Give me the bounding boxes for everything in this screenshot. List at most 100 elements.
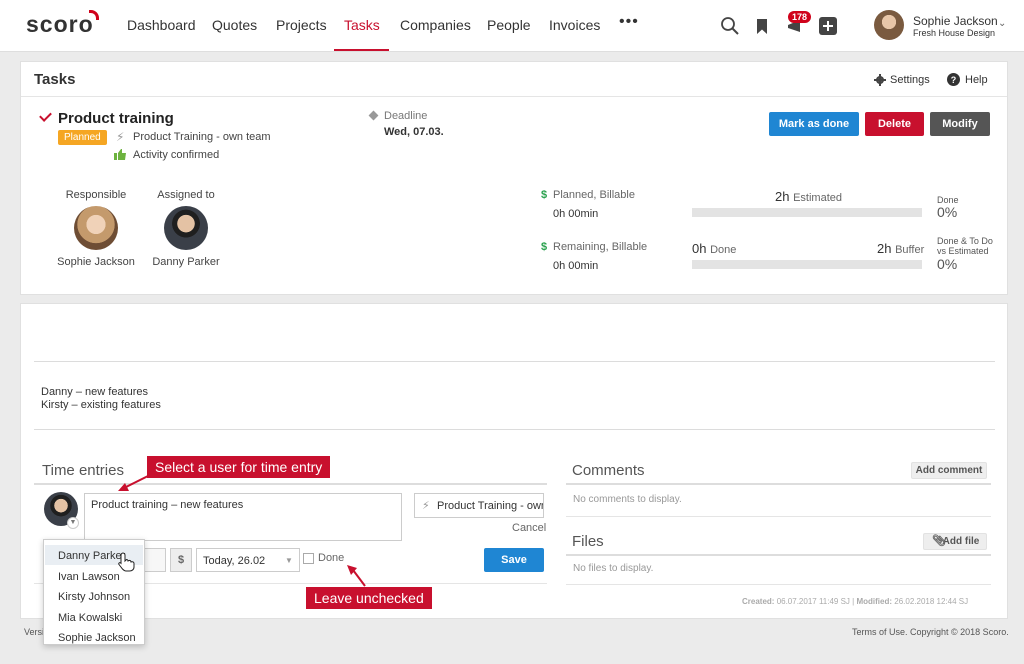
cancel-link[interactable]: Cancel	[512, 522, 546, 534]
nav-dashboard[interactable]: Dashboard	[127, 17, 196, 33]
deadline-value: Wed, 07.03.	[384, 126, 444, 138]
nav-invoices[interactable]: Invoices	[549, 17, 600, 33]
comments-underline	[566, 483, 991, 485]
estimated-progress-bar	[692, 208, 922, 217]
modified-label: Modified:	[856, 597, 893, 606]
files-underline	[566, 554, 991, 556]
dropdown-item-sophie-jackson[interactable]: Sophie Jackson	[45, 627, 143, 647]
search-icon[interactable]	[720, 16, 740, 36]
bookmark-icon[interactable]	[752, 16, 772, 36]
description-top-divider	[34, 361, 995, 362]
scoro-logo[interactable]: scoro	[26, 11, 94, 38]
files-empty-message: No files to display.	[573, 563, 654, 574]
description-line-1: Danny – new features	[41, 386, 149, 398]
dropdown-item-mia-kowalski[interactable]: Mia Kowalski	[45, 607, 143, 627]
add-file-label: Add file	[942, 536, 980, 547]
mark-as-done-button[interactable]: Mark as done	[769, 112, 859, 136]
user-name[interactable]: Sophie Jackson	[913, 14, 998, 28]
done-todo-label-line2: vs Estimated	[937, 246, 989, 256]
done-todo-percent-value: 0%	[937, 256, 958, 272]
notification-count-badge: 178	[788, 11, 812, 23]
nav-projects[interactable]: Projects	[276, 17, 327, 33]
files-bottom-divider	[566, 584, 991, 585]
description-bottom-divider	[34, 429, 995, 430]
nav-quotes[interactable]: Quotes	[212, 17, 257, 33]
save-button[interactable]: Save	[484, 548, 544, 572]
callout-select-user: Select a user for time entry	[147, 456, 331, 478]
estimated-time: 2h Estimated	[775, 189, 842, 204]
assigned-label: Assigned to	[157, 189, 215, 201]
header-divider	[21, 96, 1007, 97]
planned-billable-value: 0h 00min	[553, 208, 599, 220]
responsible-label: Responsible	[65, 189, 127, 201]
modify-button[interactable]: Modify	[930, 112, 990, 136]
buffer-hours: 2h	[877, 241, 892, 256]
billable-dollar-icon: $	[541, 189, 548, 201]
modified-value: 26.02.2018 12:44 SJ	[894, 597, 969, 606]
comments-empty-message: No comments to display.	[573, 494, 682, 505]
done-checkbox-label[interactable]: Done	[318, 552, 344, 564]
nav-companies[interactable]: Companies	[400, 17, 471, 33]
chevron-down-icon[interactable]: ▼	[285, 556, 293, 565]
nav-tasks[interactable]: Tasks	[344, 17, 380, 33]
estimated-label: Estimated	[793, 192, 843, 204]
nav-people[interactable]: People	[487, 17, 531, 33]
active-tab-underline	[334, 49, 389, 51]
planned-billable-label: Planned, Billable	[553, 189, 635, 201]
time-entry-project-value: Product Training - own team	[437, 500, 543, 512]
callout-leave-unchecked: Leave unchecked	[306, 587, 432, 609]
activity-status: Activity confirmed	[133, 149, 220, 161]
footer-links[interactable]: Terms of Use. Copyright © 2018 Scoro.	[852, 627, 1009, 637]
chevron-down-icon[interactable]: ▼	[67, 517, 79, 529]
task-project[interactable]: Product Training - own team	[133, 131, 271, 143]
add-new-icon[interactable]	[818, 16, 838, 36]
assigned-name[interactable]: Danny Parker	[136, 256, 236, 268]
done-time: 0h Done	[692, 241, 736, 256]
help-link[interactable]: Help	[965, 74, 988, 86]
add-file-button[interactable]: 📎︎ Add file	[923, 533, 987, 550]
done-percent-value: 0%	[937, 204, 958, 220]
thumbs-up-icon	[114, 149, 126, 160]
description-line-2: Kirsty – existing features	[41, 399, 161, 411]
user-avatar[interactable]	[874, 10, 904, 40]
comments-bottom-divider	[566, 516, 991, 517]
time-entry-project-field[interactable]: ⚡︎ Product Training - own team	[414, 493, 544, 518]
user-company: Fresh House Design	[913, 28, 996, 38]
version-info: Versi	[24, 627, 45, 637]
assigned-avatar[interactable]	[164, 206, 208, 250]
remaining-billable-label: Remaining, Billable	[553, 241, 648, 253]
done-hours: 0h	[692, 241, 707, 256]
estimated-hours: 2h	[775, 189, 790, 204]
remaining-billable-value: 0h 00min	[553, 260, 599, 272]
chevron-down-icon[interactable]: ⌄	[998, 18, 1006, 29]
time-entries-title: Time entries	[42, 462, 124, 479]
activity-select[interactable]	[144, 548, 166, 572]
billable-toggle[interactable]: $	[170, 548, 192, 572]
done-todo-label-line1: Done & To Do	[937, 236, 993, 246]
settings-link[interactable]: Settings	[890, 74, 930, 86]
deadline-label: Deadline	[384, 110, 428, 122]
files-title: Files	[572, 533, 604, 550]
created-label: Created:	[742, 597, 775, 606]
done-checkbox[interactable]	[303, 553, 314, 564]
status-badge: Planned	[58, 130, 107, 145]
nav-more-menu[interactable]: •••	[619, 13, 639, 31]
help-icon[interactable]: ?	[947, 73, 960, 86]
page-title: Tasks	[34, 71, 76, 88]
created-value: 06.07.2017 11:49 SJ	[776, 597, 850, 606]
gear-icon[interactable]	[874, 74, 886, 86]
dropdown-item-kirsty-johnson[interactable]: Kirsty Johnson	[45, 586, 143, 606]
delete-button[interactable]: Delete	[865, 112, 924, 136]
remaining-dollar-icon: $	[541, 241, 548, 253]
buffer-time: 2h Buffer	[877, 241, 924, 256]
time-entries-underline	[34, 483, 547, 485]
comments-title: Comments	[572, 462, 645, 479]
add-comment-button[interactable]: Add comment	[911, 462, 987, 479]
project-bolt-icon: ⚡︎	[116, 130, 125, 144]
responsible-avatar[interactable]	[74, 206, 118, 250]
time-entry-description-input[interactable]	[84, 493, 402, 541]
buffer-label: Buffer	[895, 244, 925, 256]
responsible-name[interactable]: Sophie Jackson	[46, 256, 146, 268]
svg-text:?: ?	[951, 75, 957, 85]
paperclip-icon: 📎︎	[932, 535, 946, 547]
